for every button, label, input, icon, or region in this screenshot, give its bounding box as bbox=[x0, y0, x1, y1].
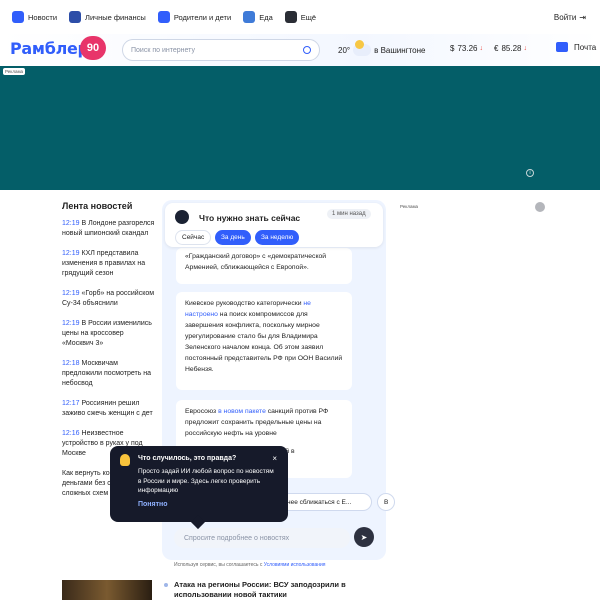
lightbulb-icon bbox=[120, 454, 130, 466]
ask-input[interactable]: Спросите подробнее о новостях bbox=[174, 528, 350, 548]
list-item[interactable]: 12:17 Россиянин решил заживо сжечь женщин… bbox=[62, 399, 156, 419]
send-icon: ➤ bbox=[360, 532, 368, 542]
login-arrow-icon: ⇥ bbox=[579, 12, 586, 22]
down-arrow-icon: ↓ bbox=[479, 45, 483, 52]
header: Рамблер 90 Поиск по интернету 20° в Ваши… bbox=[0, 34, 600, 66]
list-item[interactable]: 12:18 Москвичам предложили посмотреть на … bbox=[62, 359, 156, 389]
nav-item-more[interactable]: Ещё bbox=[284, 11, 316, 23]
news-card[interactable]: Киевское руководство категорически не на… bbox=[176, 292, 352, 390]
list-item[interactable]: 12:19 В Лондоне разгорелся новый шпионски… bbox=[62, 219, 156, 239]
tab-week[interactable]: За неделю bbox=[255, 230, 300, 245]
anniversary-badge: 90 bbox=[80, 36, 106, 60]
feed-title: Лента новостей bbox=[62, 201, 133, 211]
ad-label: Реклама bbox=[3, 68, 26, 75]
ad-menu-icon[interactable] bbox=[535, 202, 545, 212]
send-button[interactable]: ➤ bbox=[354, 527, 374, 547]
list-item[interactable]: 12:19 В России изменились цены на кроссов… bbox=[62, 319, 156, 349]
tab-now[interactable]: Сейчас bbox=[175, 230, 212, 245]
time-badge: 1 мин назад bbox=[327, 209, 371, 219]
search-input[interactable]: Поиск по интернету bbox=[122, 39, 320, 61]
news-icon bbox=[12, 11, 24, 23]
rate-usd[interactable]: $73.26 ↓ bbox=[450, 44, 483, 53]
mail-link[interactable]: Почта bbox=[556, 42, 596, 52]
ad-label: Реклама bbox=[398, 203, 421, 210]
widget-title: Что нужно знать сейчас bbox=[199, 213, 301, 223]
suggestion-chip[interactable]: В bbox=[377, 493, 395, 511]
food-icon bbox=[243, 11, 256, 23]
top-banner-ad[interactable] bbox=[0, 66, 600, 190]
rambler-logo[interactable]: Рамблер bbox=[10, 39, 89, 58]
disclaimer: Используя сервис, вы соглашаетесь с Усло… bbox=[174, 562, 326, 568]
suggestion-chip[interactable]: нее сближаться с Е... bbox=[280, 493, 372, 511]
tab-day[interactable]: За день bbox=[215, 230, 251, 245]
news-thumbnail[interactable] bbox=[62, 580, 152, 600]
rate-eur[interactable]: €85.28 ↓ bbox=[494, 44, 527, 53]
nav-item-parents[interactable]: Родители и дети bbox=[157, 11, 231, 23]
top-nav: Новости Личные финансы Родители и дети Е… bbox=[0, 0, 600, 34]
list-item[interactable]: 12:19 «Горб» на российском Су-34 объяснил… bbox=[62, 289, 156, 309]
card-link[interactable]: в новом пакете bbox=[218, 408, 266, 415]
cloud-sun-icon bbox=[353, 40, 372, 56]
tooltip-text: Просто задай ИИ любой вопрос по новостям… bbox=[138, 468, 274, 494]
terms-link[interactable]: Условиями использования bbox=[264, 562, 326, 568]
nav-item-news[interactable]: Новости bbox=[12, 11, 57, 23]
bullet-icon bbox=[164, 583, 168, 587]
weather-widget[interactable]: 20° в Вашингтоне bbox=[338, 40, 425, 56]
news-card[interactable]: «Гражданский договор» с «демократической… bbox=[176, 248, 352, 284]
parents-icon bbox=[157, 11, 170, 23]
info-icon[interactable]: i bbox=[526, 169, 534, 177]
nav-item-finance[interactable]: Личные финансы bbox=[69, 11, 146, 23]
search-icon[interactable] bbox=[303, 46, 311, 54]
headline-link[interactable]: Атака на регионы России: ВСУ заподозрили… bbox=[164, 580, 364, 600]
close-icon[interactable]: × bbox=[272, 454, 277, 463]
grid-icon bbox=[284, 11, 297, 23]
mail-icon bbox=[556, 42, 568, 52]
finance-icon bbox=[69, 11, 82, 23]
got-it-button[interactable]: Понятно bbox=[138, 501, 278, 508]
login-button[interactable]: Войти ⇥ bbox=[554, 13, 586, 22]
down-arrow-icon: ↓ bbox=[523, 45, 527, 52]
tooltip-title: Что случилось, это правда? bbox=[138, 455, 237, 462]
widget-logo-icon bbox=[175, 210, 189, 224]
nav-item-food[interactable]: Еда bbox=[243, 11, 273, 23]
onboarding-tooltip: × Что случилось, это правда? Просто зада… bbox=[110, 446, 288, 530]
list-item[interactable]: 12:19 КХЛ представила изменения в правила… bbox=[62, 249, 156, 279]
